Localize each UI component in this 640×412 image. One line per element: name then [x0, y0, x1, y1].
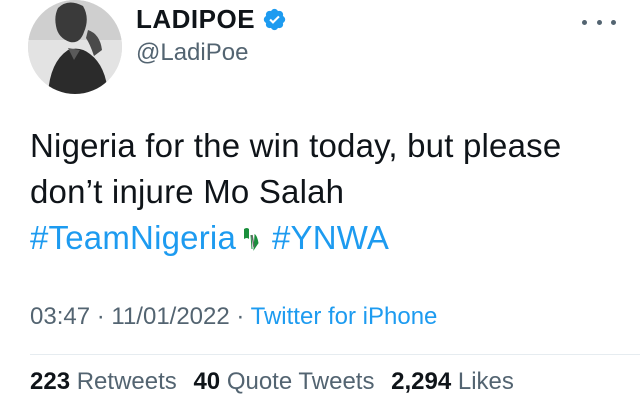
- more-dot: [611, 19, 616, 25]
- retweets-stat[interactable]: 223 Retweets: [30, 368, 177, 395]
- divider: [30, 354, 640, 355]
- more-dot: [596, 19, 602, 25]
- tweet-line-3: #TeamNigeria #YNWA: [30, 215, 620, 265]
- author-avatar[interactable]: [28, 0, 122, 94]
- tweet-text: Nigeria for the win today, but please do…: [30, 123, 620, 265]
- tweet-line-1: Nigeria for the win today, but please: [30, 127, 562, 164]
- author-handle[interactable]: @LadiPoe: [136, 39, 287, 67]
- meta-separator: ·: [229, 303, 251, 330]
- tweet-source-link[interactable]: Twitter for iPhone: [251, 303, 438, 330]
- author-name-row: LADIPOE: [136, 2, 287, 36]
- tweet-card: LADIPOE @LadiPoe Nigeria for the win tod…: [0, 0, 640, 412]
- likes-label: Likes: [457, 368, 514, 395]
- author-info: LADIPOE @LadiPoe: [136, 2, 287, 67]
- quote-tweets-stat[interactable]: 40 Quote Tweets: [193, 368, 374, 395]
- more-dot: [582, 19, 587, 25]
- tweet-time[interactable]: 03:47: [30, 303, 90, 330]
- tweet-meta: 03:47 · 11/01/2022 · Twitter for iPhone: [30, 303, 437, 331]
- retweets-count: 223: [30, 368, 71, 395]
- quotes-count: 40: [193, 368, 221, 395]
- retweets-label: Retweets: [76, 368, 177, 395]
- hashtag-team-nigeria[interactable]: #TeamNigeria: [30, 219, 236, 256]
- quotes-label: Quote Tweets: [226, 368, 375, 395]
- likes-stat[interactable]: 2,294 Likes: [391, 368, 514, 395]
- hashtag-ynwa[interactable]: #YNWA: [272, 219, 389, 256]
- more-options-icon[interactable]: [582, 12, 616, 32]
- likes-count: 2,294: [391, 368, 452, 395]
- verified-badge-icon: [262, 7, 287, 32]
- tweet-date[interactable]: 11/01/2022: [111, 303, 229, 330]
- tweet-line-2: don’t injure Mo Salah: [30, 173, 345, 210]
- nigeria-flag-icon: [242, 219, 264, 265]
- avatar-photo-icon: [28, 0, 122, 94]
- tweet-stats: 223 Retweets 40 Quote Tweets 2,294 Likes: [30, 368, 524, 396]
- meta-separator: ·: [90, 303, 112, 330]
- author-display-name[interactable]: LADIPOE: [136, 4, 255, 35]
